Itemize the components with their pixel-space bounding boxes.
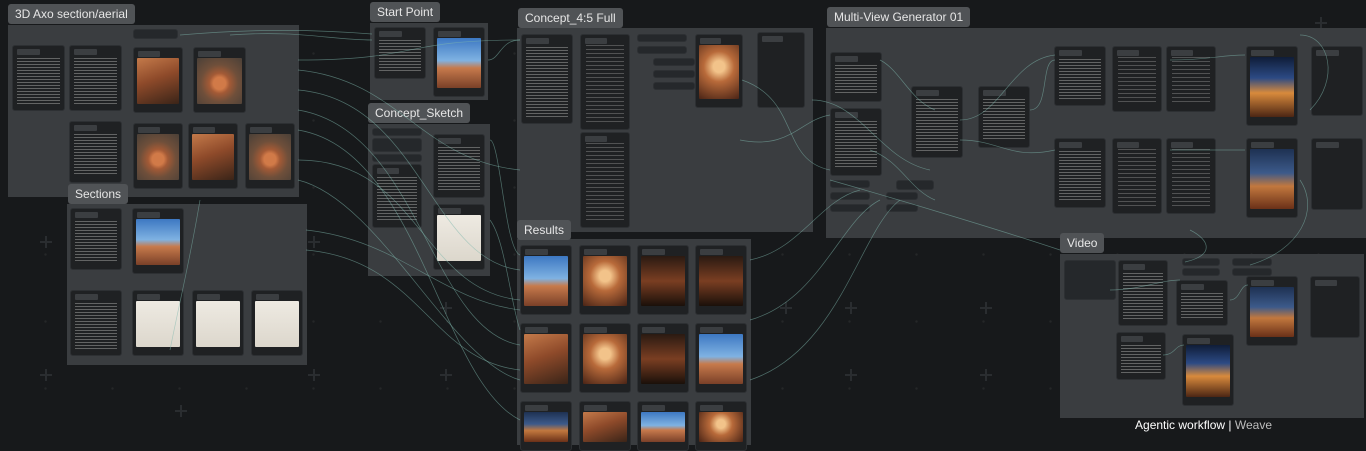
wire: [749, 199, 901, 381]
wire: [959, 139, 1056, 154]
watermark-brand: Weave: [1234, 418, 1272, 432]
wire: [749, 189, 861, 261]
wire: [829, 179, 1061, 251]
wire: [1249, 179, 1309, 266]
wire: [297, 179, 521, 381]
wire: [487, 39, 521, 61]
wire: [749, 199, 881, 321]
wire: [305, 229, 521, 311]
wire: [305, 249, 521, 371]
wire: [739, 114, 831, 143]
wire: [1299, 34, 1329, 111]
wire: [1162, 344, 1185, 356]
wire: [229, 33, 373, 41]
wire: [489, 139, 521, 256]
wire: [1109, 279, 1181, 291]
wire: [741, 79, 831, 171]
wire: [1229, 284, 1249, 301]
wire: [959, 54, 1056, 121]
wire: [297, 89, 521, 271]
wire: [879, 59, 936, 111]
wire: [1029, 59, 1056, 111]
watermark: Agentic workflow | Weave: [1135, 418, 1272, 432]
wire: [297, 39, 521, 61]
wire: [297, 159, 521, 301]
wire: [1184, 229, 1207, 263]
wire: [297, 109, 521, 346]
watermark-text: Agentic workflow: [1135, 418, 1226, 432]
connection-wires: [169, 30, 1329, 421]
wire: [179, 30, 373, 36]
wire: [489, 219, 521, 331]
wire: [297, 69, 521, 171]
wire: [869, 149, 936, 201]
watermark-separator: |: [1225, 418, 1235, 432]
wire: [811, 99, 931, 171]
wire: [1169, 54, 1246, 61]
wire: [169, 199, 201, 351]
